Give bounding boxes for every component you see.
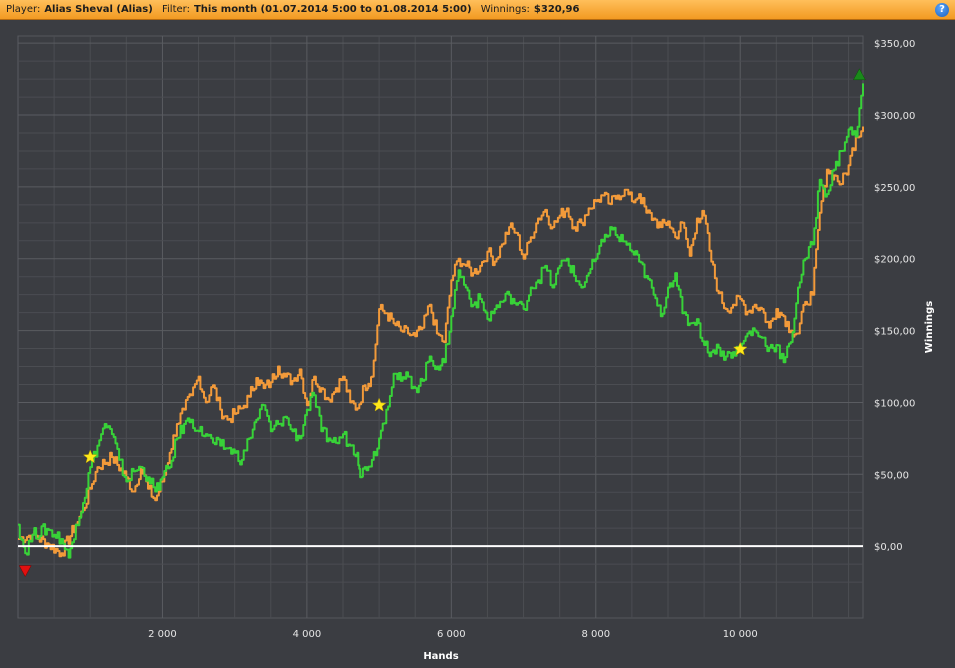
x-tick-label: 10 000 <box>723 629 758 640</box>
y-tick-label: $300,00 <box>874 111 915 122</box>
y-tick-label: $250,00 <box>874 183 915 194</box>
filter-value: This month (01.07.2014 5:00 to 01.08.201… <box>193 4 472 15</box>
y-tick-label: $150,00 <box>874 327 915 338</box>
winnings-chart: 2 000 4 000 6 000 8 000 10 000 $0,00 $50,00 $10… <box>17 35 935 662</box>
y-tick-label: $350,00 <box>874 39 915 50</box>
x-axis-title: Hands <box>423 651 458 662</box>
y-tick-label: $200,00 <box>874 255 915 266</box>
winnings-value: $320,96 <box>533 4 580 15</box>
winnings-label: Winnings: <box>480 4 530 15</box>
x-tick-label: 8 000 <box>581 629 610 640</box>
x-tick-label: 6 000 <box>437 629 466 640</box>
help-icon[interactable]: ? <box>935 3 949 17</box>
y-axis-title: Winnings <box>924 301 935 353</box>
y-tick-label: $50,00 <box>874 470 909 481</box>
x-tick-label: 4 000 <box>293 629 322 640</box>
y-tick-label: $0,00 <box>874 542 903 553</box>
plot-area <box>17 35 864 619</box>
player-value: Alias Sheval (Alias) <box>44 4 153 15</box>
player-label: Player: <box>6 4 41 15</box>
title-bar: Player: Alias Sheval (Alias) Filter: This … <box>0 0 955 20</box>
y-tick-label: $100,00 <box>874 398 915 409</box>
x-tick-label: 2 000 <box>148 629 177 640</box>
filter-label: Filter: <box>162 4 190 15</box>
